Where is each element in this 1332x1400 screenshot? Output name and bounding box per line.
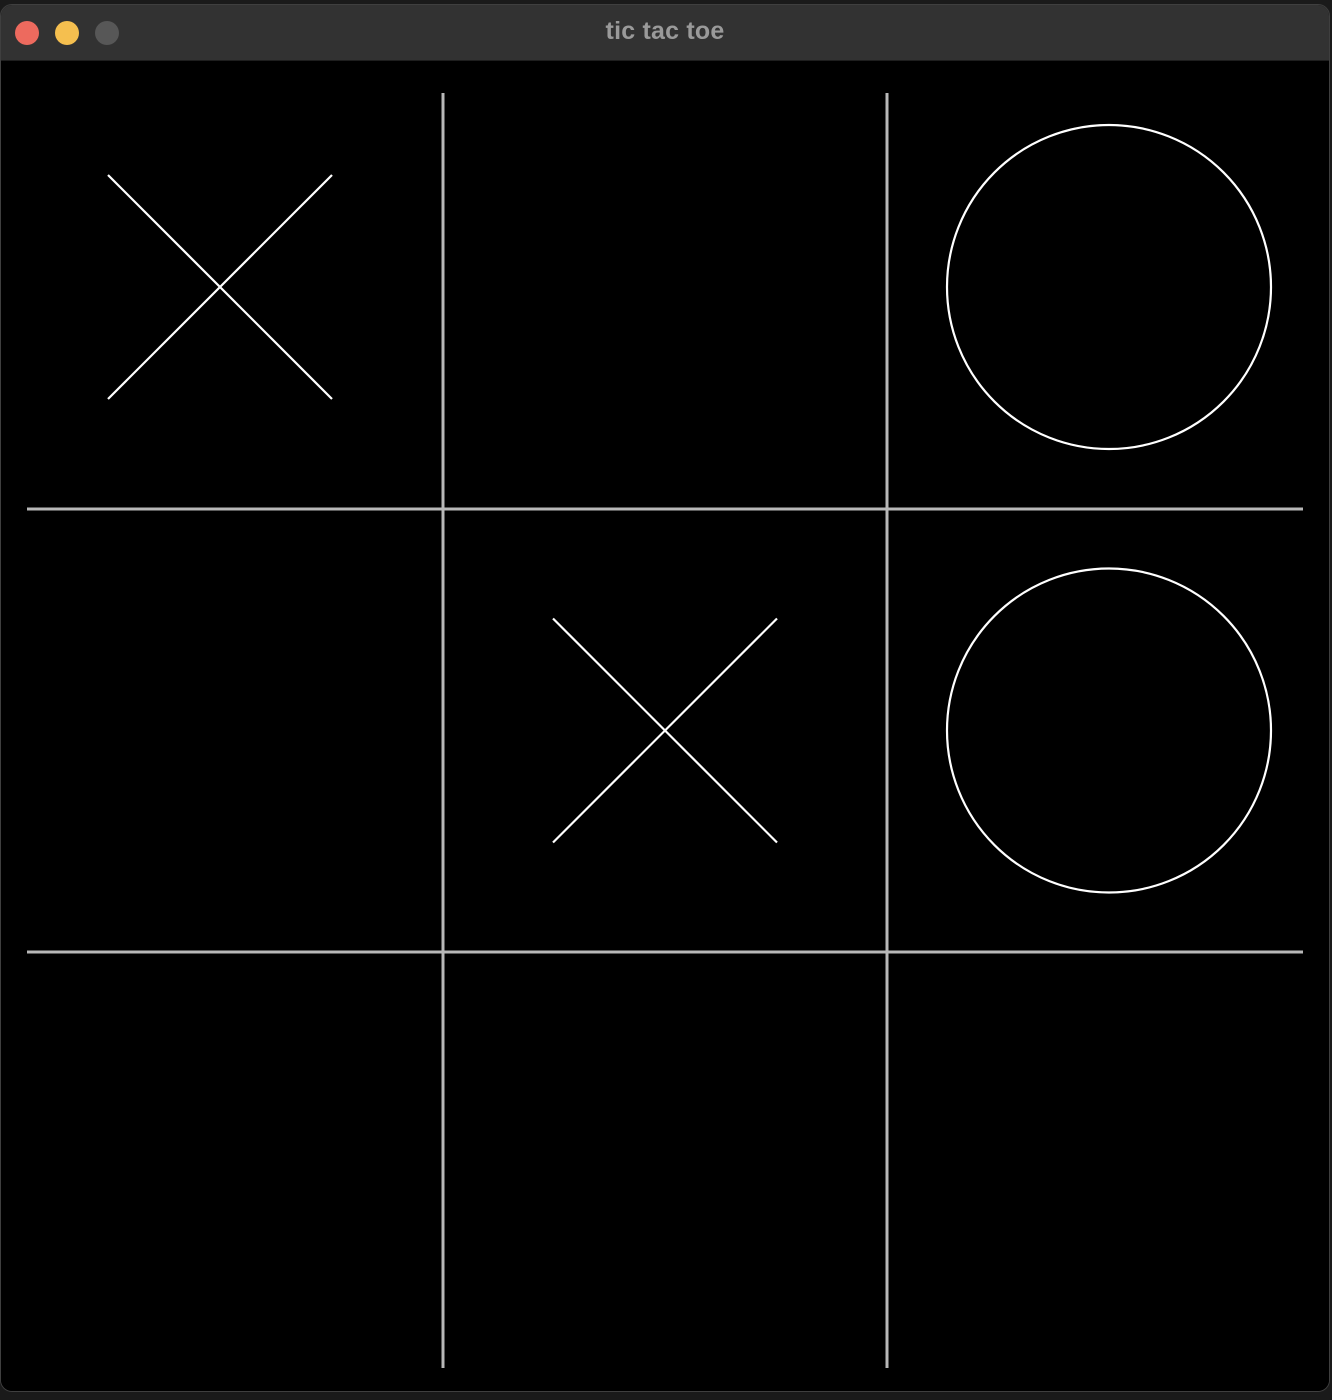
cell-hit-area[interactable] <box>443 952 887 1392</box>
cell-r1-c2[interactable] <box>443 61 887 509</box>
cell-r1-c3[interactable] <box>887 61 1330 509</box>
cell-r2-c3[interactable] <box>887 509 1330 952</box>
cell-hit-area[interactable] <box>443 61 887 509</box>
title-bar[interactable]: tic tac toe <box>1 5 1329 61</box>
cell-r3-c2[interactable] <box>443 952 887 1392</box>
cell-r3-c3[interactable] <box>887 952 1330 1392</box>
cell-hit-area[interactable] <box>887 509 1330 952</box>
cell-hit-area[interactable] <box>1 952 443 1392</box>
tic-tac-toe-board[interactable] <box>1 61 1330 1392</box>
cell-hit-area[interactable] <box>887 61 1330 509</box>
cell-r2-c2[interactable] <box>443 509 887 952</box>
window-title: tic tac toe <box>605 17 725 45</box>
game-canvas[interactable] <box>1 61 1330 1392</box>
cell-r3-c1[interactable] <box>1 952 443 1392</box>
cell-r2-c1[interactable] <box>1 509 443 952</box>
cell-hit-area[interactable] <box>887 952 1330 1392</box>
cell-r1-c1[interactable] <box>1 61 443 509</box>
cells <box>1 61 1330 1392</box>
cell-hit-area[interactable] <box>1 509 443 952</box>
app-window: tic tac toe <box>0 4 1330 1392</box>
